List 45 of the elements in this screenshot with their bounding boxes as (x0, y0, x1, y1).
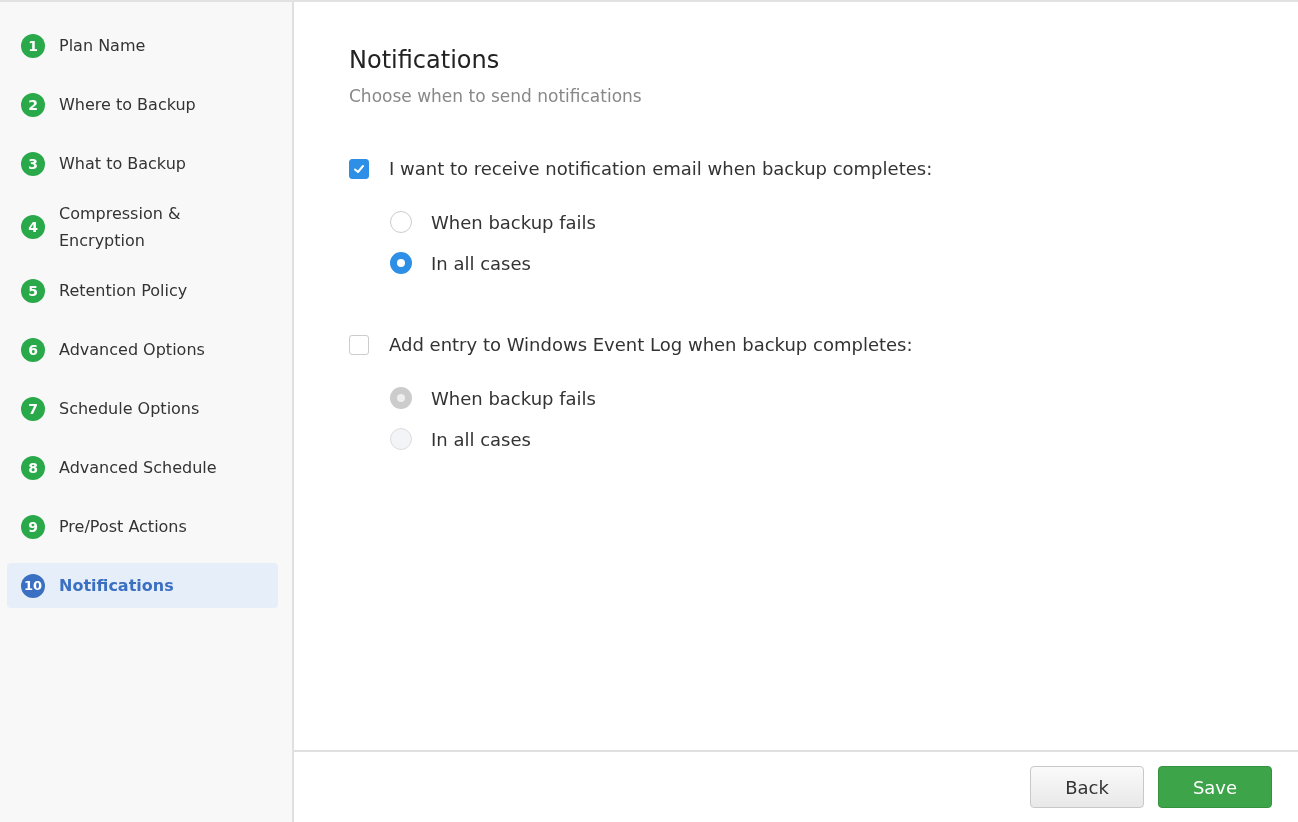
page-title: Notifications (349, 46, 501, 74)
radio-button[interactable] (390, 387, 412, 409)
radio-label: When backup fails (431, 211, 596, 233)
checkbox-label: I want to receive notification email when backup completes: (389, 158, 933, 179)
sidebar-item[interactable]: 7 Schedule Options (7, 386, 278, 431)
step-number-badge: 8 (21, 455, 45, 480)
sidebar-item[interactable]: 6 Advanced Options (7, 327, 278, 372)
checkbox-label: Add entry to Windows Event Log when backup completes: (389, 334, 913, 355)
radio-button[interactable] (390, 252, 412, 274)
radio-button[interactable] (390, 211, 412, 233)
sidebar-item[interactable]: 5 Retention Policy (7, 268, 278, 313)
back-button[interactable]: Back (1030, 766, 1144, 808)
step-label: Retention Policy (59, 280, 188, 302)
step-number-badge: 4 (21, 215, 45, 239)
step-label: Advanced Schedule (59, 457, 217, 479)
sidebar-item[interactable]: 9 Pre/Post Actions (7, 504, 278, 549)
step-label: Schedule Options (59, 398, 200, 420)
step-label: Advanced Options (59, 339, 205, 361)
check-icon (353, 162, 365, 175)
checkbox[interactable] (349, 158, 369, 179)
checkbox[interactable] (349, 334, 369, 355)
sidebar-item[interactable]: 1 Plan Name (7, 23, 278, 68)
step-number-badge: 10 (21, 573, 45, 598)
step-label: Compression & Encryption (59, 203, 182, 252)
sidebar-item[interactable]: 8 Advanced Schedule (7, 445, 278, 490)
step-label: Where to Backup (59, 94, 196, 116)
step-number-badge: 1 (21, 33, 45, 58)
step-number-badge: 3 (21, 151, 45, 176)
step-number-badge: 2 (21, 92, 45, 117)
step-label: What to Backup (59, 153, 186, 175)
page-subtitle: Choose when to send notifications (349, 86, 643, 106)
sidebar-item[interactable]: 2 Where to Backup (7, 82, 278, 127)
sidebar-item[interactable]: 10 Notifications (7, 563, 278, 608)
step-number-badge: 9 (21, 514, 45, 539)
step-label: Notifications (59, 575, 174, 597)
sidebar-item[interactable]: 4 Compression & Encryption (7, 200, 278, 254)
sidebar-item[interactable]: 3 What to Backup (7, 141, 278, 186)
step-label: Pre/Post Actions (59, 516, 187, 538)
radio-label: When backup fails (431, 387, 596, 409)
step-number-badge: 5 (21, 278, 45, 303)
step-number-badge: 7 (21, 396, 45, 421)
step-number-badge: 6 (21, 337, 45, 362)
step-label: Plan Name (59, 35, 146, 57)
radio-label: In all cases (431, 428, 531, 450)
radio-label: In all cases (431, 252, 531, 274)
